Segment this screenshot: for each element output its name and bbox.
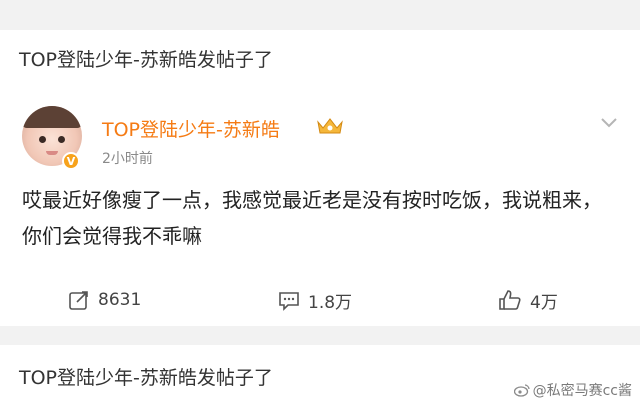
post-time: 2小时前	[102, 151, 153, 167]
like-icon	[499, 290, 521, 310]
like-button[interactable]: 4万	[498, 282, 558, 318]
action-bar: 8631 1.8万 4万	[0, 282, 640, 318]
verified-badge-icon: V	[62, 152, 80, 170]
post-card: V TOP登陆少年-苏新皓 2小时前 哎最近好像瘦了一点，我感觉最近老是没有按时…	[0, 82, 640, 326]
chevron-down-icon[interactable]	[600, 117, 618, 129]
like-count: 4万	[530, 292, 558, 313]
repost-header-top[interactable]: TOP登陆少年-苏新皓发帖子了	[0, 30, 640, 88]
repost-header-title: TOP登陆少年-苏新皓发帖子了	[19, 366, 273, 389]
comment-button[interactable]: 1.8万	[278, 282, 352, 318]
comment-count: 1.8万	[308, 292, 353, 313]
post-text: 哎最近好像瘦了一点，我感觉最近老是没有按时吃饭，我说粗来，你们会觉得我不乖嘛	[22, 188, 602, 248]
comment-icon	[279, 292, 299, 311]
watermark-text: @私密马赛cc酱	[532, 383, 632, 399]
repost-header-title: TOP登陆少年-苏新皓发帖子了	[19, 49, 273, 71]
repost-button[interactable]: 8631	[68, 282, 141, 318]
repost-count: 8631	[98, 290, 142, 310]
top-spacer	[0, 0, 640, 14]
weibo-logo-icon	[513, 384, 530, 397]
username[interactable]: TOP登陆少年-苏新皓	[102, 115, 280, 142]
vip-crown-icon	[317, 118, 343, 134]
watermark: @私密马赛cc酱	[513, 380, 632, 400]
repost-icon	[69, 291, 88, 310]
